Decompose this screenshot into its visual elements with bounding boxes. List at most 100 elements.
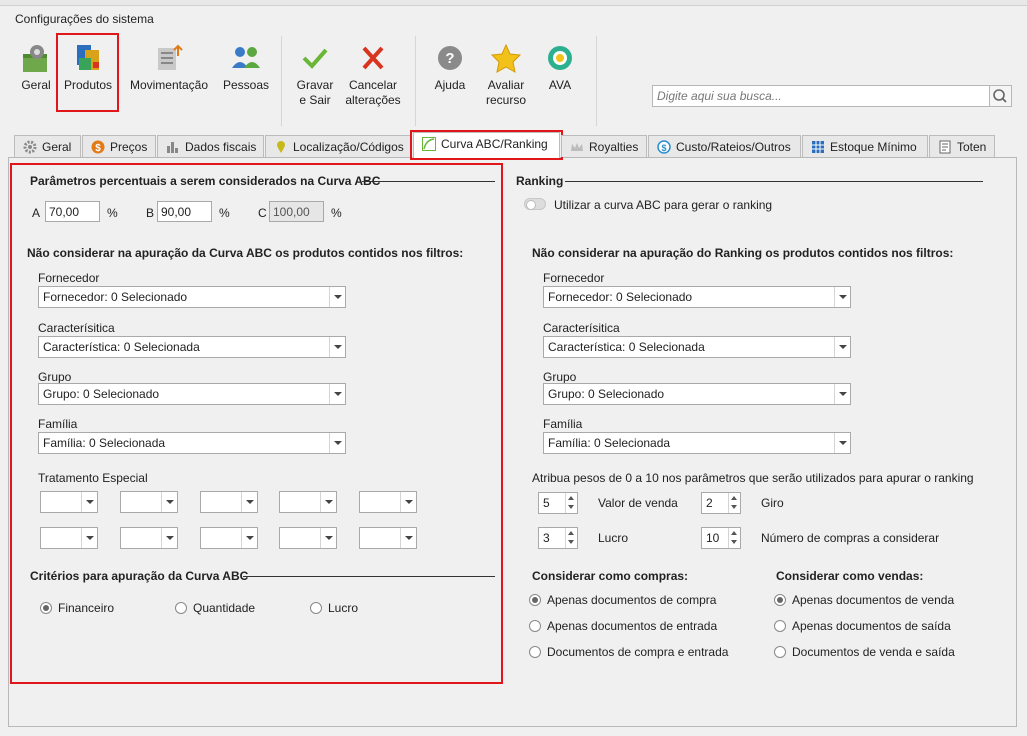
tratamento-dropdown-9[interactable]: [279, 527, 337, 549]
abc-caracteristica-dropdown[interactable]: Característica: 0 Selecionada: [38, 336, 346, 358]
num-compras-label: Número de compras a considerar: [761, 531, 940, 545]
toolbar-separator: [596, 36, 597, 126]
c-label: C: [258, 206, 267, 220]
rank-fornecedor-dropdown[interactable]: Fornecedor: 0 Selecionado: [543, 286, 851, 308]
tratamento-dropdown-10[interactable]: [359, 527, 417, 549]
search-input[interactable]: Digite aqui sua busca...: [652, 85, 990, 107]
abc-familia-label: Família: [38, 417, 78, 431]
giro-spinner[interactable]: 2: [701, 492, 741, 514]
gravar-label-1: Gravar: [296, 78, 334, 92]
search-button[interactable]: [990, 85, 1012, 107]
stepper-arrows-icon[interactable]: [565, 493, 577, 513]
dropdown-value: Característica: 0 Selecionada: [548, 340, 705, 354]
rank-grupo-dropdown[interactable]: Grupo: 0 Selecionado: [543, 383, 851, 405]
spinner-value: 3: [543, 531, 550, 545]
avaliar-recurso-button[interactable]: Avaliar recurso: [480, 36, 532, 110]
a-pct-label: %: [107, 206, 118, 220]
abc-grupo-dropdown[interactable]: Grupo: 0 Selecionado: [38, 383, 346, 405]
star-icon: [490, 43, 522, 73]
toolbar-movimentacao-button[interactable]: Movimentação: [126, 36, 212, 110]
spinner-value: 2: [706, 496, 713, 510]
tab-geral[interactable]: Geral: [14, 135, 81, 157]
b-percent-input[interactable]: 90,00: [157, 201, 212, 222]
avaliar-label-1: Avaliar: [487, 78, 525, 92]
toolbar-separator: [281, 36, 282, 126]
dropdown-value: Fornecedor: 0 Selecionado: [43, 290, 188, 304]
a-percent-input[interactable]: 70,00: [45, 201, 100, 222]
cancelar-label-1: Cancelar: [348, 78, 398, 92]
grid-icon: [811, 140, 825, 154]
tratamento-dropdown-2[interactable]: [120, 491, 178, 513]
chevron-down-icon: [161, 528, 177, 548]
tab-localizacao[interactable]: Localização/Códigos: [265, 135, 412, 157]
chart-bars-icon: [166, 140, 180, 154]
dropdown-value: Grupo: 0 Selecionado: [43, 387, 160, 401]
num-compras-spinner[interactable]: 10: [701, 527, 741, 549]
use-abc-ranking-toggle[interactable]: [524, 198, 546, 210]
criterios-title: Critérios para apuração da Curva ABC: [30, 569, 249, 583]
ava-button[interactable]: AVA: [540, 36, 580, 110]
produtos-highlight: [56, 33, 119, 112]
tratamento-dropdown-4[interactable]: [279, 491, 337, 513]
rank-familia-dropdown[interactable]: Família: 0 Selecionada: [543, 432, 851, 454]
criterio-financeiro-radio[interactable]: [40, 602, 52, 614]
abc-fornecedor-dropdown[interactable]: Fornecedor: 0 Selecionado: [38, 286, 346, 308]
search-icon: [993, 89, 1007, 103]
abc-filters-title: Não considerar na apuração da Curva ABC …: [27, 246, 464, 260]
valor-venda-spinner[interactable]: 5: [538, 492, 578, 514]
criterio-quantidade-label: Quantidade: [193, 601, 256, 615]
chevron-down-icon: [329, 384, 345, 404]
criterio-quantidade-radio[interactable]: [175, 602, 187, 614]
tratamento-especial-label: Tratamento Especial: [38, 471, 148, 485]
spinner-value: 10: [706, 531, 720, 545]
abc-caracteristica-label: Caracterísitica: [38, 321, 115, 335]
toolbar-geral-button[interactable]: Geral: [14, 36, 58, 110]
tratamento-dropdown-8[interactable]: [200, 527, 258, 549]
vendas-option-3-radio[interactable]: [774, 646, 786, 658]
toolbar-geral-label: Geral: [21, 78, 51, 92]
vendas-option-2-radio[interactable]: [774, 620, 786, 632]
title-bar-strip: [0, 0, 1027, 6]
abc-familia-dropdown[interactable]: Família: 0 Selecionada: [38, 432, 346, 454]
compras-option-3-label: Documentos de compra e entrada: [547, 645, 729, 659]
cancelar-alteracoes-button[interactable]: Cancelar alterações: [342, 36, 404, 110]
compras-option-2-radio[interactable]: [529, 620, 541, 632]
compras-option-3-radio[interactable]: [529, 646, 541, 658]
rank-caracteristica-label: Caracterísitica: [543, 321, 620, 335]
tratamento-dropdown-5[interactable]: [359, 491, 417, 513]
abc-grupo-label: Grupo: [38, 370, 72, 384]
svg-text:?: ?: [445, 50, 454, 67]
tratamento-dropdown-3[interactable]: [200, 491, 258, 513]
tab-estoque-minimo[interactable]: Estoque Mínimo: [802, 135, 928, 157]
tab-label: Custo/Rateios/Outros: [676, 140, 791, 154]
toolbar-pessoas-button[interactable]: Pessoas: [220, 36, 272, 110]
stepper-arrows-icon[interactable]: [565, 528, 577, 548]
crown-icon: [570, 140, 584, 154]
criterio-lucro-radio[interactable]: [310, 602, 322, 614]
ajuda-button[interactable]: ? Ajuda: [430, 36, 470, 110]
svg-text:$: $: [95, 143, 101, 154]
tab-toten[interactable]: Toten: [929, 135, 995, 157]
tab-dados-fiscais[interactable]: Dados fiscais: [157, 135, 264, 157]
checkmark-icon: [302, 48, 328, 69]
tab-precos[interactable]: $ Preços: [82, 135, 156, 157]
tratamento-dropdown-7[interactable]: [120, 527, 178, 549]
settings-box-icon: [23, 45, 47, 72]
stepper-arrows-icon[interactable]: [728, 493, 740, 513]
lucro-spinner[interactable]: 3: [538, 527, 578, 549]
gravar-sair-button[interactable]: Gravar e Sair: [292, 36, 338, 110]
vendas-option-1-radio[interactable]: [774, 594, 786, 606]
tab-custo-rateios[interactable]: $ Custo/Rateios/Outros: [648, 135, 801, 157]
compras-option-1-radio[interactable]: [529, 594, 541, 606]
tratamento-dropdown-6[interactable]: [40, 527, 98, 549]
tab-royalties[interactable]: Royalties: [561, 135, 647, 157]
valor-venda-label: Valor de venda: [598, 496, 678, 510]
b-pct-label: %: [219, 206, 230, 220]
dropdown-value: Fornecedor: 0 Selecionado: [548, 290, 693, 304]
gear-icon: [23, 140, 37, 154]
rank-caracteristica-dropdown[interactable]: Característica: 0 Selecionada: [543, 336, 851, 358]
tratamento-dropdown-1[interactable]: [40, 491, 98, 513]
stepper-arrows-icon[interactable]: [728, 528, 740, 548]
toolbar-movimentacao-label: Movimentação: [129, 78, 209, 92]
tab-label: Localização/Códigos: [293, 140, 404, 154]
